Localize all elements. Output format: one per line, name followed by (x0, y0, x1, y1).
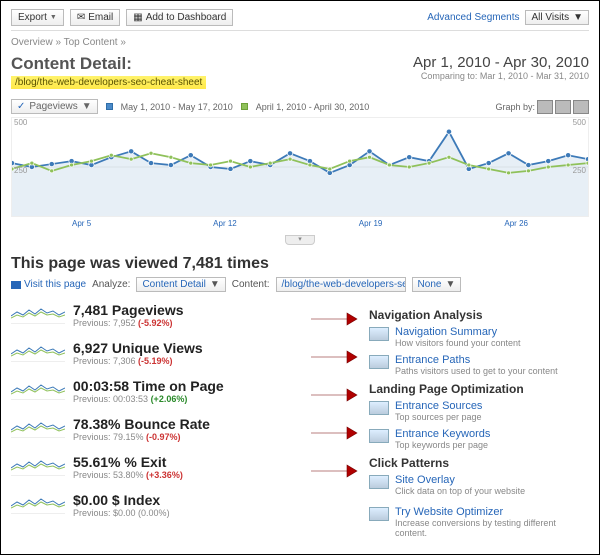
date-range[interactable]: Apr 1, 2010 - Apr 30, 2010 (413, 54, 589, 71)
report-icon (369, 475, 389, 489)
page-title: Content Detail: (11, 54, 206, 74)
page-url: /blog/the-web-developers-seo-cheat-sheet (11, 76, 206, 89)
sparkline (11, 302, 65, 324)
graph-by-month[interactable] (573, 100, 589, 114)
report-icon (369, 507, 389, 521)
metric-select[interactable]: ✓Pageviews▼ (11, 99, 98, 114)
click-patterns-heading: Click Patterns (369, 456, 589, 470)
summary-heading: This page was viewed 7,481 times (11, 255, 589, 273)
website-optimizer-link[interactable]: Try Website OptimizerIncrease conversion… (369, 506, 589, 538)
legend-label-2: April 1, 2010 - April 30, 2010 (256, 102, 370, 112)
annotation-arrow-icon (309, 386, 359, 407)
graph-by-day[interactable] (537, 100, 553, 114)
metric-row: $0.00 $ IndexPrevious: $0.00 (0.00%) (11, 492, 357, 518)
graph-by-label: Graph by: (495, 102, 535, 112)
all-visits-select[interactable]: All Visits▼ (525, 10, 589, 25)
right-column: Navigation Analysis Navigation SummaryHo… (369, 302, 589, 544)
analyze-select[interactable]: Content Detail▼ (136, 277, 225, 292)
legend-label-1: May 1, 2010 - May 17, 2010 (121, 102, 233, 112)
chart-expander[interactable]: ▾ (285, 235, 315, 245)
nav-summary-link[interactable]: Navigation SummaryHow visitors found you… (369, 326, 589, 348)
entrance-keywords-link[interactable]: Entrance KeywordsTop keywords per page (369, 428, 589, 450)
chevron-down-icon: ▼ (82, 101, 92, 112)
segment-select[interactable]: None▼ (412, 277, 462, 292)
visit-page-link[interactable]: Visit this page (11, 279, 86, 290)
main-chart: 500 500 250 250 (11, 117, 589, 217)
advanced-segments-link[interactable]: Advanced Segments (427, 12, 519, 23)
date-compare: Comparing to: Mar 1, 2010 - Mar 31, 2010 (413, 71, 589, 81)
annotation-arrow-icon (309, 462, 359, 483)
breadcrumb-top-content[interactable]: Top Content (64, 37, 118, 48)
content-select[interactable]: /blog/the-web-developers-seo▼ (276, 277, 406, 292)
toolbar: Export▼ ✉Email ▦Add to Dashboard Advance… (11, 9, 589, 31)
legend-dot-green (241, 103, 248, 110)
metric-value: $0.00 $ Index (73, 492, 357, 508)
sparkline (11, 340, 65, 362)
site-overlay-link[interactable]: Site OverlayClick data on top of your we… (369, 474, 589, 496)
metric-row: 78.38% Bounce RatePrevious: 79.15% (-0.9… (11, 416, 357, 442)
nav-analysis-heading: Navigation Analysis (369, 308, 589, 322)
mail-icon: ✉ (77, 12, 85, 23)
annotation-arrow-icon (309, 424, 359, 445)
y-axis-max-l: 500 (14, 118, 27, 127)
external-icon (11, 281, 21, 289)
add-dashboard-button[interactable]: ▦Add to Dashboard (126, 9, 233, 26)
breadcrumb-overview[interactable]: Overview (11, 37, 53, 48)
email-button[interactable]: ✉Email (70, 9, 120, 26)
y-axis-mid-l: 250 (14, 166, 27, 175)
metric-previous: Previous: $0.00 (0.00%) (73, 508, 357, 518)
metrics-column: 7,481 PageviewsPrevious: 7,952 (-5.92%) 6… (11, 302, 357, 544)
export-button[interactable]: Export▼ (11, 9, 64, 26)
legend-dot-blue (106, 103, 113, 110)
metric-row: 6,927 Unique ViewsPrevious: 7,306 (-5.19… (11, 340, 357, 366)
chevron-down-icon: ▼ (573, 12, 583, 23)
entrance-paths-link[interactable]: Entrance PathsPaths visitors used to get… (369, 354, 589, 376)
y-axis-mid-r: 250 (573, 166, 586, 175)
graph-by-week[interactable] (555, 100, 571, 114)
sparkline (11, 416, 65, 438)
report-icon (369, 327, 389, 341)
metric-row: 55.61% % ExitPrevious: 53.80% (+3.36%) (11, 454, 357, 480)
x-axis-ticks: Apr 5 Apr 12 Apr 19 Apr 26 (11, 219, 589, 228)
lpo-heading: Landing Page Optimization (369, 382, 589, 396)
breadcrumb: Overview » Top Content » (11, 37, 589, 48)
metric-row: 7,481 PageviewsPrevious: 7,952 (-5.92%) (11, 302, 357, 328)
y-axis-max-r: 500 (573, 118, 586, 127)
content-label: Content: (232, 279, 270, 290)
entrance-sources-link[interactable]: Entrance SourcesTop sources per page (369, 400, 589, 422)
sparkline (11, 378, 65, 400)
metric-row: 00:03:58 Time on PagePrevious: 00:03:53 … (11, 378, 357, 404)
analyze-label: Analyze: (92, 279, 130, 290)
grid-icon: ▦ (133, 12, 142, 23)
report-icon (369, 429, 389, 443)
sparkline (11, 492, 65, 514)
chevron-down-icon: ▼ (50, 14, 57, 21)
sparkline (11, 454, 65, 476)
report-icon (369, 401, 389, 415)
report-icon (369, 355, 389, 369)
annotation-arrow-icon (309, 310, 359, 331)
annotation-arrow-icon (309, 348, 359, 369)
